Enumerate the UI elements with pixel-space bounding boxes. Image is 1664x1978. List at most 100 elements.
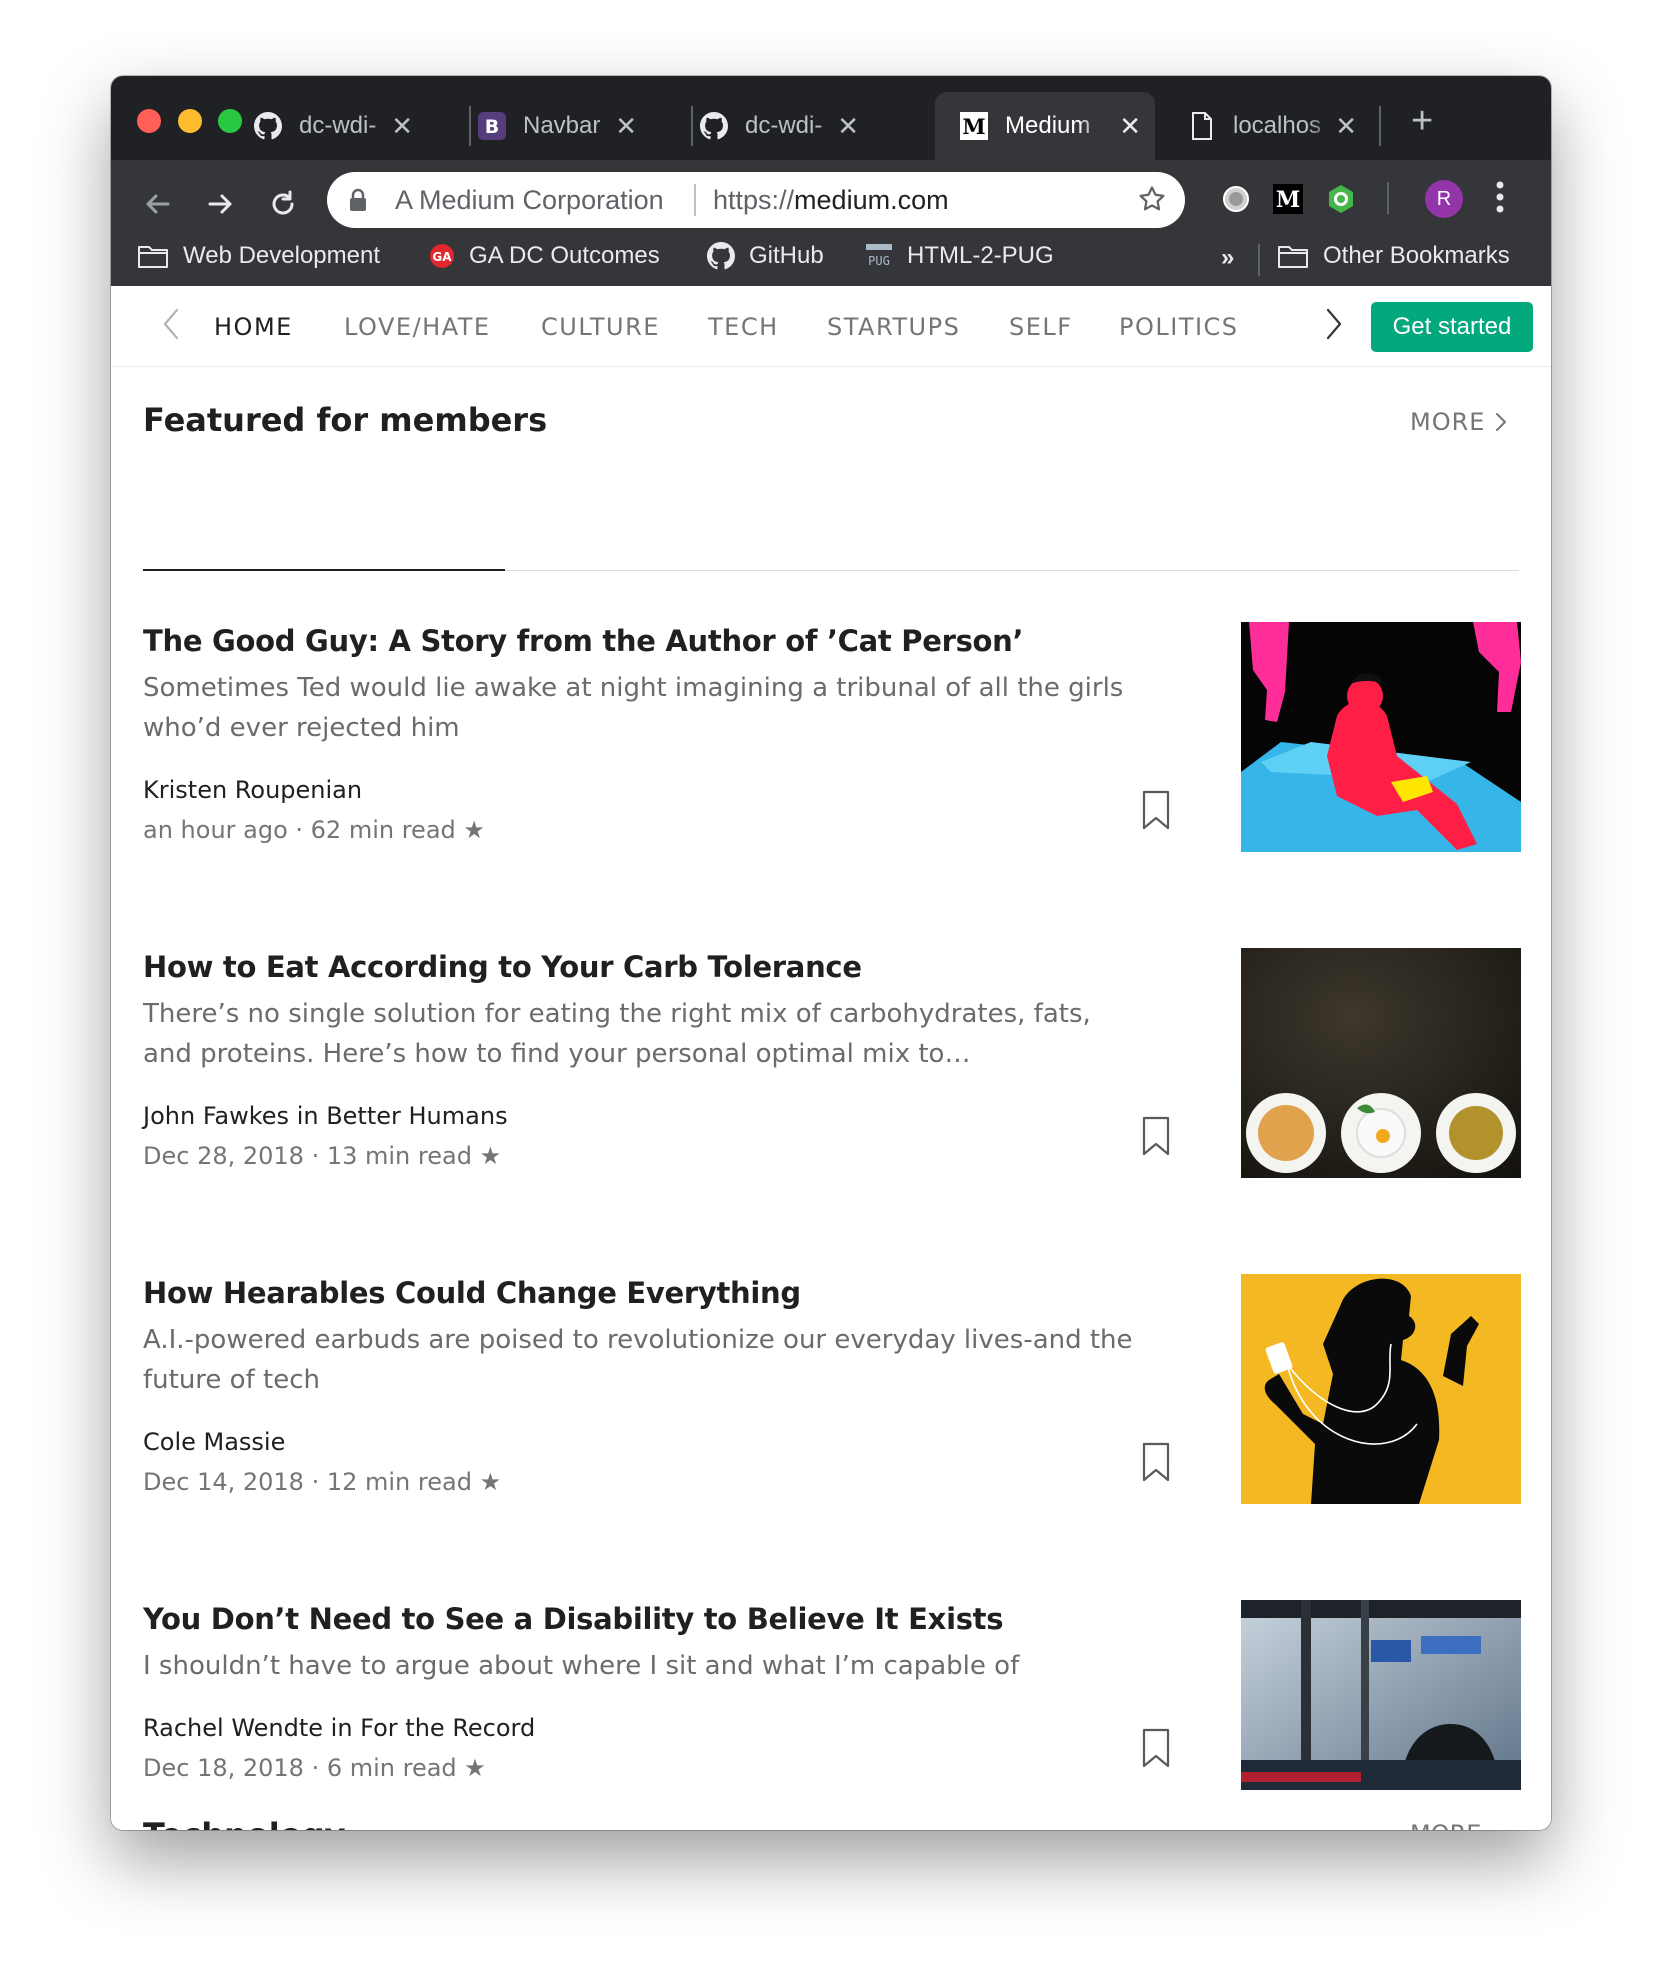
more-link[interactable]: MORE xyxy=(1410,408,1507,436)
medium-extension-icon[interactable]: M xyxy=(1271,182,1305,216)
bookmark-label: GA DC Outcomes xyxy=(469,242,660,269)
nav-home[interactable]: HOME xyxy=(214,313,293,341)
address-bar[interactable]: A Medium Corporation https://medium.com xyxy=(327,172,1185,228)
topic-nav: HOME LOVE/HATE CULTURE TECH STARTUPS SEL… xyxy=(111,286,1551,367)
post-title[interactable]: How to Eat According to Your Carb Tolera… xyxy=(143,950,862,984)
minimize-window-button[interactable] xyxy=(178,109,202,133)
nav-prev-chevron-icon[interactable] xyxy=(161,306,181,346)
reload-button[interactable] xyxy=(261,182,305,226)
nav-tech[interactable]: TECH xyxy=(708,313,779,341)
bookmark-github[interactable]: GitHub xyxy=(707,242,824,270)
tab-title: dc-wdi- xyxy=(299,112,377,139)
medium-icon: M xyxy=(959,111,989,141)
post-subtitle[interactable]: Sometimes Ted would lie awake at night i… xyxy=(143,668,1143,748)
next-section-title: Technology xyxy=(143,1816,346,1830)
section-title: Featured for members xyxy=(143,401,548,439)
browser-tab[interactable]: B Navbar ✕ xyxy=(461,92,651,160)
medium-page: HOME LOVE/HATE CULTURE TECH STARTUPS SEL… xyxy=(111,286,1551,1830)
browser-tab-active[interactable]: M Medium ✕ xyxy=(935,92,1155,160)
github-icon xyxy=(707,242,735,270)
more-label: MORE xyxy=(1410,408,1486,436)
tab-title: Medium xyxy=(1005,112,1091,139)
extension-icon[interactable] xyxy=(1219,182,1253,216)
browser-toolbar: A Medium Corporation https://medium.com … xyxy=(111,160,1551,286)
back-button[interactable] xyxy=(135,182,179,226)
post-author[interactable]: Cole Massie xyxy=(143,1428,285,1456)
section-divider-active xyxy=(143,569,505,571)
browser-tab[interactable]: localhos ✕ xyxy=(1171,92,1371,160)
nav-politics[interactable]: POLITICS xyxy=(1119,313,1239,341)
folder-icon xyxy=(137,243,169,269)
svg-text:M: M xyxy=(1276,187,1300,213)
url-scheme: https:// xyxy=(713,185,795,215)
bookmark-icon[interactable] xyxy=(1141,1116,1171,1156)
post-thumbnail[interactable] xyxy=(1241,948,1521,1178)
post-meta: Dec 18, 2018 · 6 min read ★ xyxy=(143,1754,486,1782)
post-subtitle[interactable]: There’s no single solution for eating th… xyxy=(143,994,1143,1074)
bookmark-other-bookmarks[interactable]: Other Bookmarks xyxy=(1277,242,1510,270)
nav-culture[interactable]: CULTURE xyxy=(541,313,660,341)
evernote-extension-icon[interactable] xyxy=(1324,182,1358,216)
browser-window: dc-wdi- ✕ B Navbar ✕ dc-wdi- ✕ M Medium … xyxy=(111,76,1551,1830)
bookmark-icon[interactable] xyxy=(1141,1728,1171,1768)
github-icon xyxy=(699,111,729,141)
bookmarks-bar: Web Development GA GA DC Outcomes GitHub… xyxy=(111,234,1551,286)
tab-strip: dc-wdi- ✕ B Navbar ✕ dc-wdi- ✕ M Medium … xyxy=(111,76,1551,160)
post-title[interactable]: The Good Guy: A Story from the Author of… xyxy=(143,624,1024,658)
post-thumbnail[interactable] xyxy=(1241,622,1521,852)
post-thumbnail[interactable] xyxy=(1241,1274,1521,1504)
svg-text:GA: GA xyxy=(432,250,452,264)
bookmarks-separator xyxy=(1258,244,1260,276)
close-icon[interactable]: ✕ xyxy=(1335,111,1357,142)
bookmarks-overflow-button[interactable]: » xyxy=(1221,244,1234,272)
close-icon[interactable]: ✕ xyxy=(391,111,413,142)
post-thumbnail[interactable] xyxy=(1241,1600,1521,1790)
post-title[interactable]: How Hearables Could Change Everything xyxy=(143,1276,801,1310)
bookmark-icon[interactable] xyxy=(1141,1442,1171,1482)
close-icon[interactable]: ✕ xyxy=(837,111,859,142)
lock-icon xyxy=(349,188,367,217)
svg-text:PUG: PUG xyxy=(868,254,890,268)
next-section-more-link[interactable]: MORE xyxy=(1410,1820,1481,1830)
post-meta: an hour ago · 62 min read ★ xyxy=(143,816,485,844)
svg-text:M: M xyxy=(962,114,985,139)
close-window-button[interactable] xyxy=(137,109,161,133)
bookmark-star-icon[interactable] xyxy=(1137,184,1167,219)
post-author[interactable]: John Fawkes in Better Humans xyxy=(143,1102,508,1130)
post-subtitle[interactable]: I shouldn’t have to argue about where I … xyxy=(143,1646,1143,1686)
pug-icon: PUG xyxy=(865,243,893,269)
nav-startups[interactable]: STARTUPS xyxy=(827,313,960,341)
github-icon xyxy=(253,111,283,141)
nav-self[interactable]: SELF xyxy=(1009,313,1073,341)
more-menu-icon[interactable] xyxy=(1495,180,1505,219)
bookmark-label: GitHub xyxy=(749,242,824,269)
post-author[interactable]: Rachel Wendte in For the Record xyxy=(143,1714,535,1742)
nav-love-hate[interactable]: LOVE/HATE xyxy=(344,313,491,341)
tab-title: Navbar xyxy=(523,112,601,139)
bookmark-web-development[interactable]: Web Development xyxy=(137,242,380,270)
nav-next-chevron-icon[interactable] xyxy=(1324,306,1344,346)
forward-button[interactable] xyxy=(199,182,243,226)
get-started-button[interactable]: Get started xyxy=(1371,302,1533,352)
post-subtitle[interactable]: A.I.-powered earbuds are poised to revol… xyxy=(143,1320,1143,1400)
post-title[interactable]: You Don’t Need to See a Disability to Be… xyxy=(143,1602,1004,1636)
post-author[interactable]: Kristen Roupenian xyxy=(143,776,362,804)
browser-tab[interactable]: dc-wdi- ✕ xyxy=(683,92,873,160)
close-icon[interactable]: ✕ xyxy=(1119,111,1141,142)
site-identity: A Medium Corporation xyxy=(395,185,664,215)
close-icon[interactable]: ✕ xyxy=(615,111,637,142)
reload-icon xyxy=(272,190,294,215)
url-text[interactable]: https://medium.com xyxy=(713,185,949,216)
new-tab-button[interactable]: + xyxy=(1411,100,1433,143)
bookmark-icon[interactable] xyxy=(1141,790,1171,830)
bookmark-ga-dc-outcomes[interactable]: GA GA DC Outcomes xyxy=(429,242,660,270)
post-meta: Dec 14, 2018 · 12 min read ★ xyxy=(143,1468,502,1496)
browser-tab[interactable]: dc-wdi- ✕ xyxy=(237,92,427,160)
profile-avatar[interactable]: R xyxy=(1425,180,1463,218)
chevron-right-icon xyxy=(1495,412,1507,432)
url-host: medium.com xyxy=(794,185,949,215)
bookmark-html-2-pug[interactable]: PUG HTML-2-PUG xyxy=(865,242,1054,270)
bookmark-label: Web Development xyxy=(183,242,380,269)
ga-icon: GA xyxy=(429,243,455,269)
bootstrap-icon: B xyxy=(477,111,507,141)
